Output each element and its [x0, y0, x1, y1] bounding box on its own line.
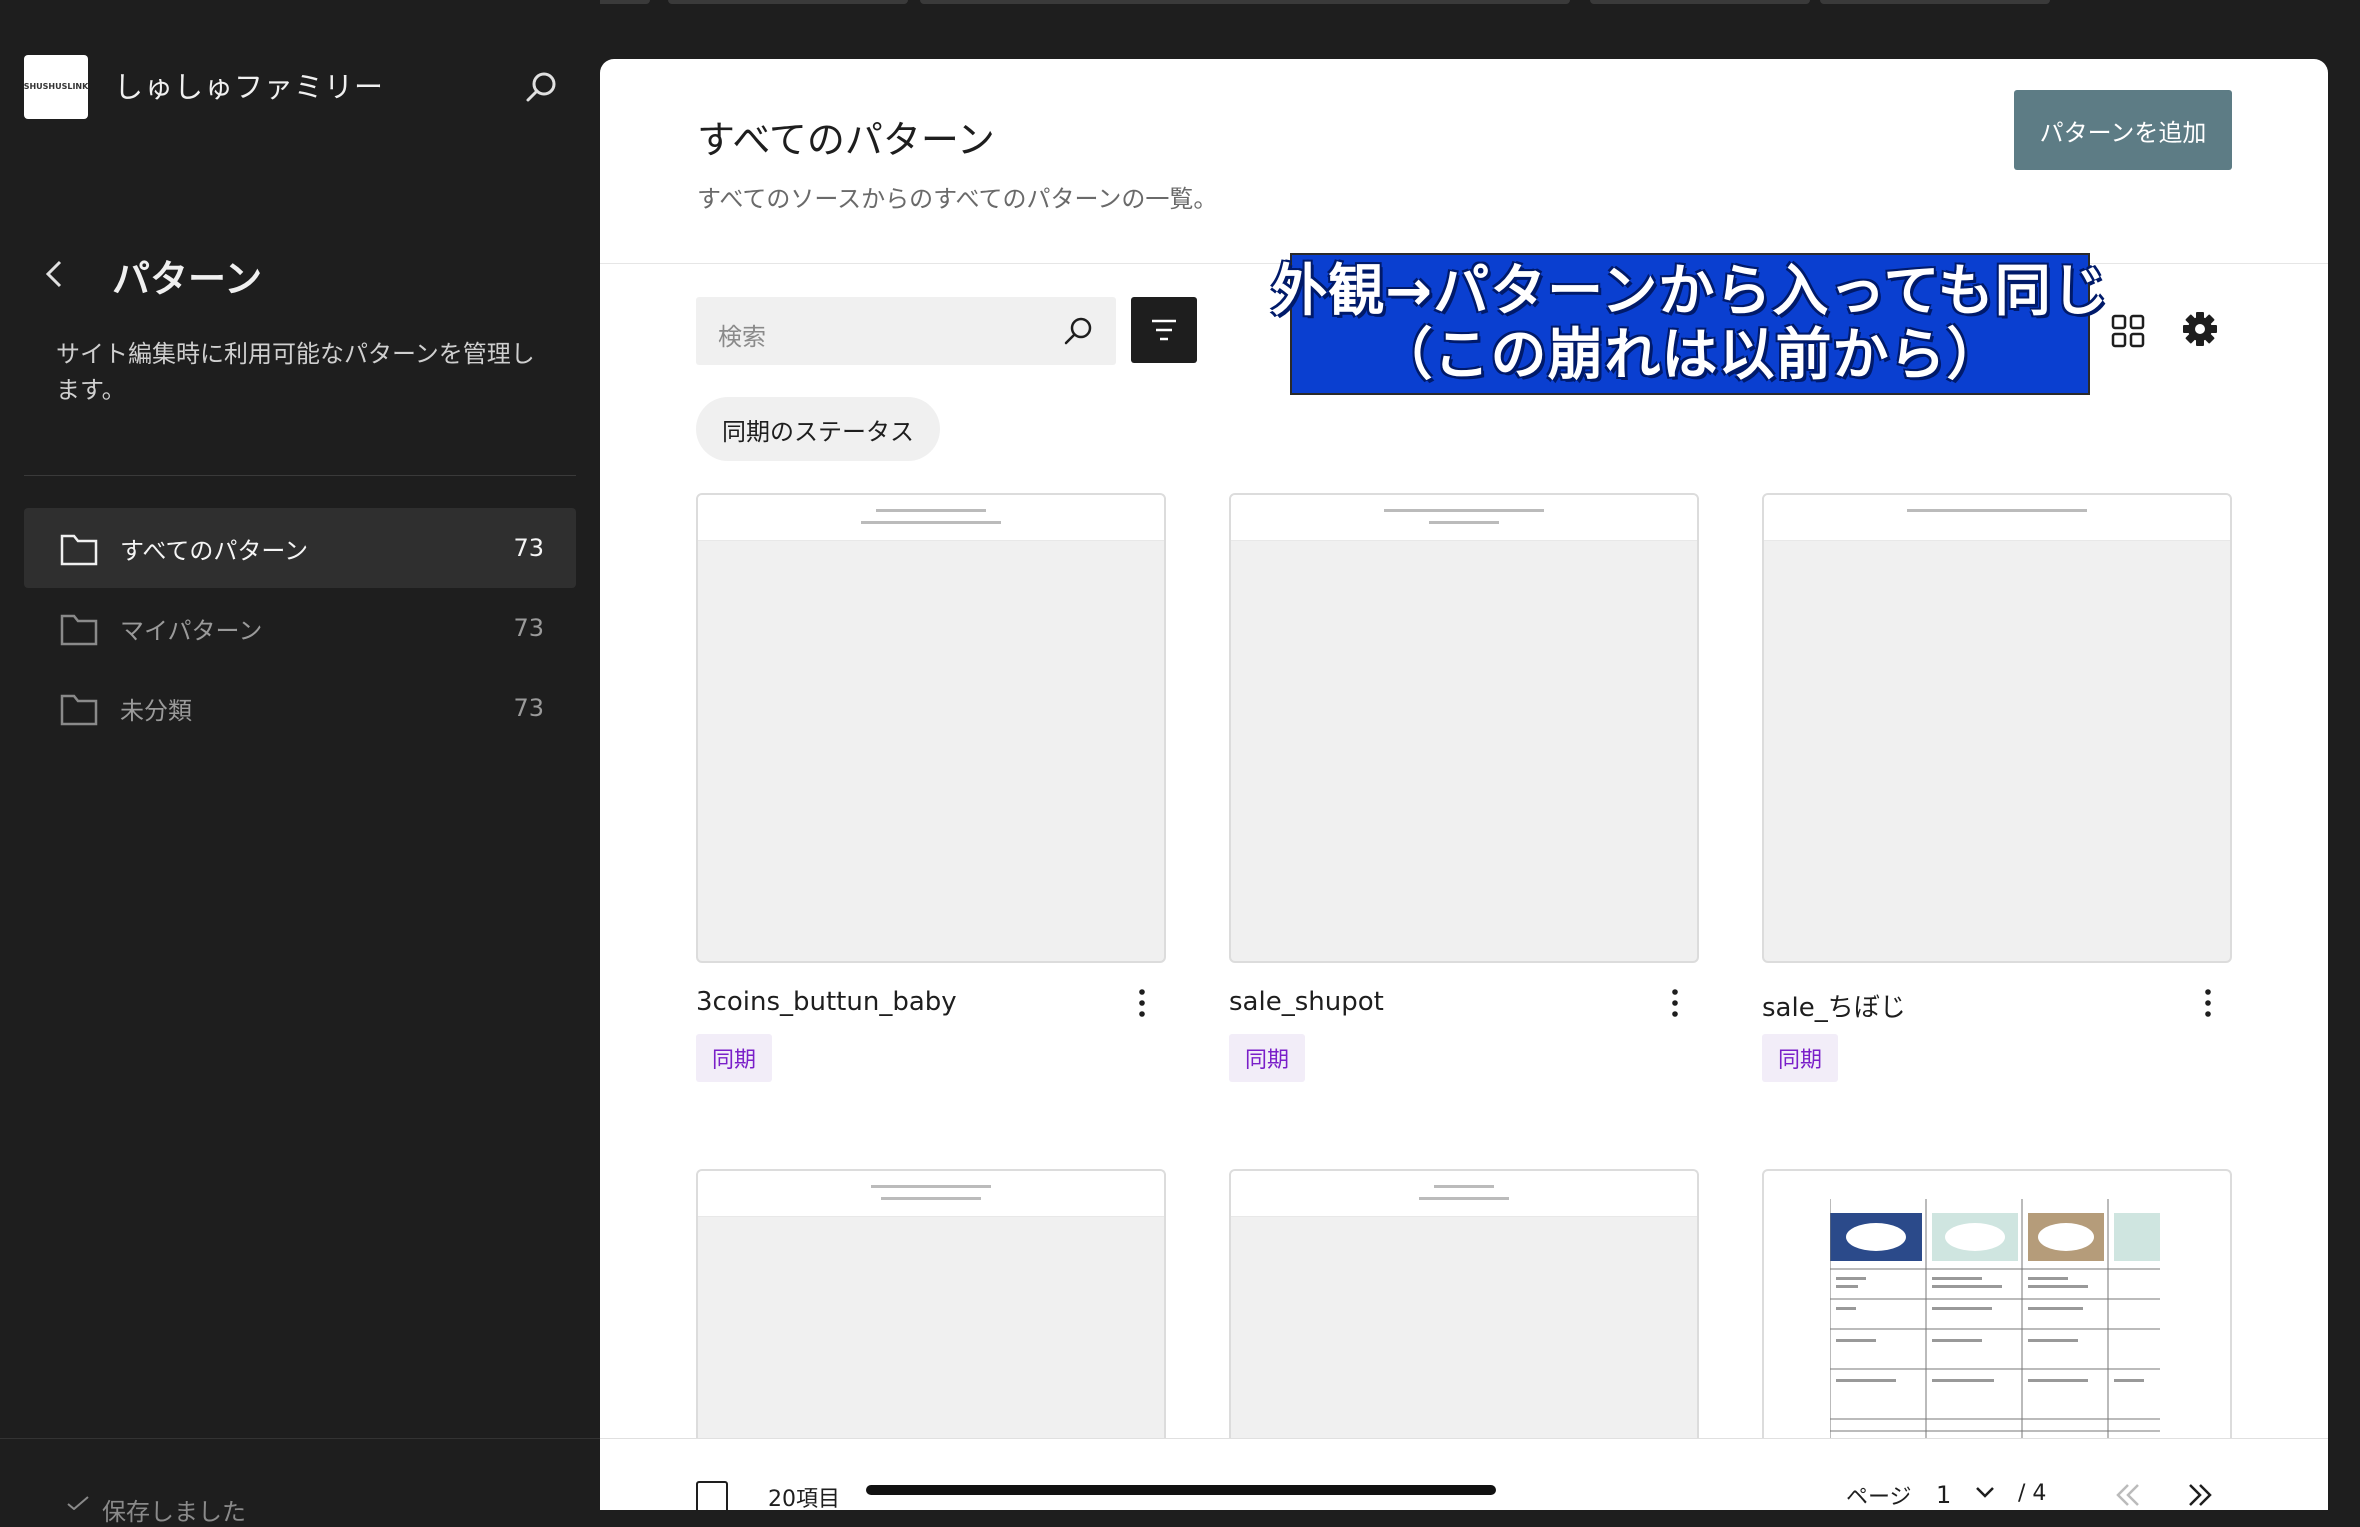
- pattern-preview[interactable]: [1762, 493, 2232, 963]
- total-pages: / 4: [2018, 1481, 2047, 1506]
- item-count: 20項目: [768, 1487, 840, 1512]
- back-arrow-icon[interactable]: [40, 254, 70, 294]
- pattern-card[interactable]: sale_ちぼじ 同期: [1762, 493, 2232, 1082]
- select-all-checkbox[interactable]: [696, 1481, 728, 1513]
- pattern-title[interactable]: sale_shupot: [1229, 987, 1384, 1017]
- search-icon: [1064, 317, 1092, 345]
- pattern-card[interactable]: sale_shupot 同期: [1229, 493, 1699, 1082]
- sidebar-item-label: すべてのパターン: [120, 536, 309, 565]
- filter-button[interactable]: [1131, 297, 1197, 363]
- annotation-overlay: 外観→パターンから入っても同じ （この崩れは以前から）: [1271, 253, 2108, 395]
- filter-icon: [1152, 319, 1176, 341]
- pattern-preview[interactable]: [1229, 493, 1699, 963]
- folder-icon: [60, 694, 98, 726]
- pattern-card[interactable]: [1762, 1169, 2232, 1469]
- sync-badge: 同期: [1762, 1034, 1839, 1082]
- sidebar: SHUSHUSLINK しゅしゅファミリー パターン サイト編集時に利用可能なパ…: [0, 0, 600, 1526]
- gear-icon[interactable]: [2180, 309, 2220, 349]
- sidebar-item-label: マイパターン: [120, 616, 263, 645]
- pattern-preview[interactable]: [696, 1169, 1166, 1469]
- horizontal-scrollbar[interactable]: [866, 1485, 1496, 1495]
- page-description: すべてのソースからのすべてのパターンの一覧。: [697, 185, 1218, 213]
- more-options-icon[interactable]: [1132, 983, 1152, 1023]
- pattern-card[interactable]: 3coins_buttun_baby 同期: [696, 493, 1166, 1082]
- sidebar-item-label: 未分類: [120, 696, 192, 725]
- pattern-preview[interactable]: [1229, 1169, 1699, 1469]
- sidebar-footer-divider: [0, 1438, 600, 1439]
- sidebar-item-count: 73: [513, 694, 544, 722]
- sidebar-description: サイト編集時に利用可能なパターンを管理します。: [56, 340, 535, 404]
- add-pattern-button[interactable]: パターンを追加: [2014, 90, 2232, 170]
- pattern-title[interactable]: sale_ちぼじ: [1762, 987, 1906, 1024]
- sidebar-divider: [24, 475, 576, 476]
- comparison-table-preview: [1830, 1199, 2160, 1439]
- site-logo[interactable]: SHUSHUSLINK: [24, 55, 88, 119]
- pattern-preview[interactable]: [696, 493, 1166, 963]
- folder-icon: [60, 534, 98, 566]
- previous-page-icon[interactable]: [2112, 1479, 2144, 1511]
- page-select[interactable]: 1: [1936, 1481, 1951, 1509]
- annotation-line-2: （この崩れは以前から）: [1376, 323, 2004, 388]
- sidebar-item-uncategorized[interactable]: 未分類 73: [24, 668, 576, 748]
- sidebar-item-all-patterns[interactable]: すべてのパターン 73: [24, 508, 576, 588]
- page-label: ページ: [1846, 1485, 1912, 1510]
- sidebar-item-my-patterns[interactable]: マイパターン 73: [24, 588, 576, 668]
- site-logo-text: SHUSHUSLINK: [23, 82, 89, 91]
- pattern-card[interactable]: [696, 1169, 1166, 1469]
- sidebar-item-count: 73: [513, 614, 544, 642]
- next-page-icon[interactable]: [2184, 1479, 2216, 1511]
- main-panel: すべてのパターン すべてのソースからのすべてのパターンの一覧。 パターンを追加 …: [600, 59, 2328, 1510]
- chevron-down-icon[interactable]: [1974, 1485, 1996, 1499]
- pattern-preview[interactable]: [1762, 1169, 2232, 1469]
- pattern-title[interactable]: 3coins_buttun_baby: [696, 987, 957, 1017]
- more-options-icon[interactable]: [2198, 983, 2218, 1023]
- sidebar-title: パターン: [112, 257, 263, 301]
- folder-icon: [60, 614, 98, 646]
- site-name[interactable]: しゅしゅファミリー: [114, 64, 384, 106]
- search-input[interactable]: 検索: [696, 297, 1116, 365]
- search-placeholder: 検索: [718, 323, 766, 351]
- sidebar-item-count: 73: [513, 534, 544, 562]
- list-footer: 20項目 ページ 1 / 4: [600, 1438, 2328, 1513]
- more-options-icon[interactable]: [1665, 983, 1685, 1023]
- sync-badge: 同期: [696, 1034, 773, 1082]
- search-icon[interactable]: [522, 67, 562, 107]
- sync-status-filter-chip[interactable]: 同期のステータス: [696, 397, 940, 461]
- pattern-card[interactable]: [1229, 1169, 1699, 1469]
- check-icon: [67, 1496, 89, 1510]
- page-title: すべてのパターン: [697, 118, 995, 162]
- annotation-line-1: 外観→パターンから入っても同じ: [1271, 259, 2109, 324]
- sync-badge: 同期: [1229, 1034, 1306, 1082]
- grid-view-icon[interactable]: [2108, 311, 2148, 351]
